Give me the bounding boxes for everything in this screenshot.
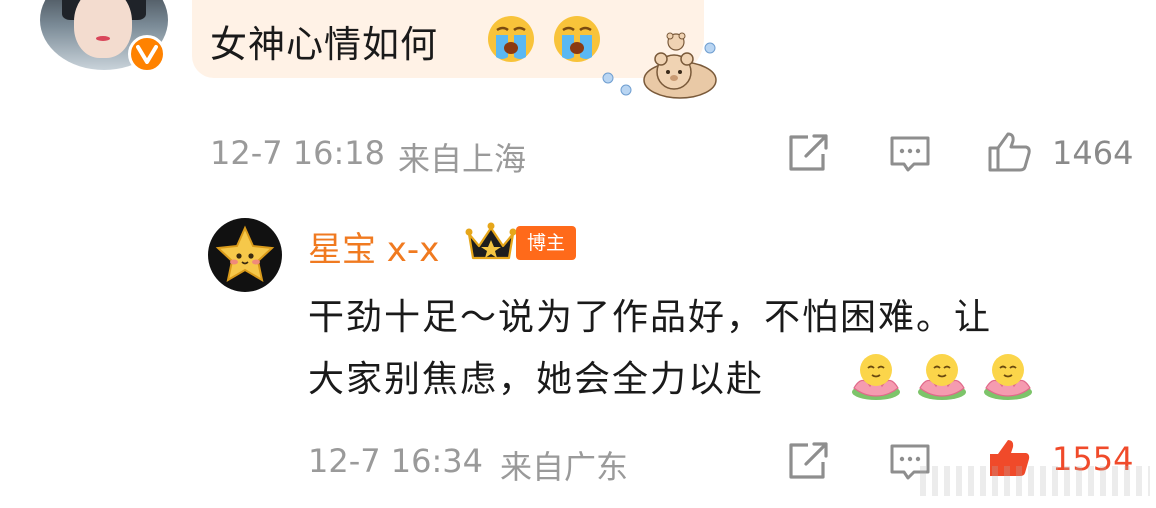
share-icon[interactable]	[786, 440, 832, 482]
reply-timestamp: 12-7 16:34	[308, 442, 484, 480]
bear-sticker	[602, 32, 717, 99]
blogger-badge: 博主	[516, 226, 576, 260]
comment-icon[interactable]	[888, 134, 934, 176]
thumbs-up-icon[interactable]	[986, 130, 1032, 172]
crying-face-emoji	[488, 16, 534, 62]
star-avatar-icon	[215, 225, 275, 283]
share-icon[interactable]	[786, 132, 832, 174]
comment-timestamp: 12-7 16:18	[210, 134, 386, 172]
lotus-emoji	[852, 354, 900, 400]
crown-icon	[465, 222, 517, 260]
comment-like-count: 1464	[1052, 134, 1134, 172]
reply-location: 来自广东	[500, 448, 629, 486]
comment-text: 女神心情如何	[210, 23, 438, 66]
lotus-emoji	[918, 354, 966, 400]
comment-location: 来自上海	[398, 140, 527, 178]
lotus-emoji	[984, 354, 1032, 400]
crying-face-emoji	[554, 16, 600, 62]
reply-author-name[interactable]: 星宝 x-x	[308, 222, 439, 271]
verified-badge-icon	[128, 35, 166, 73]
reply-text-line-1: 干劲十足～说为了作品好，不怕困难。让	[308, 297, 993, 338]
comment-thread: 女神心情如何 12-7 16:18 来自上海 1464 星宝 x-x 博主 干劲…	[0, 0, 1156, 508]
reply-author-avatar[interactable]	[208, 218, 282, 292]
watermark	[920, 466, 1150, 496]
